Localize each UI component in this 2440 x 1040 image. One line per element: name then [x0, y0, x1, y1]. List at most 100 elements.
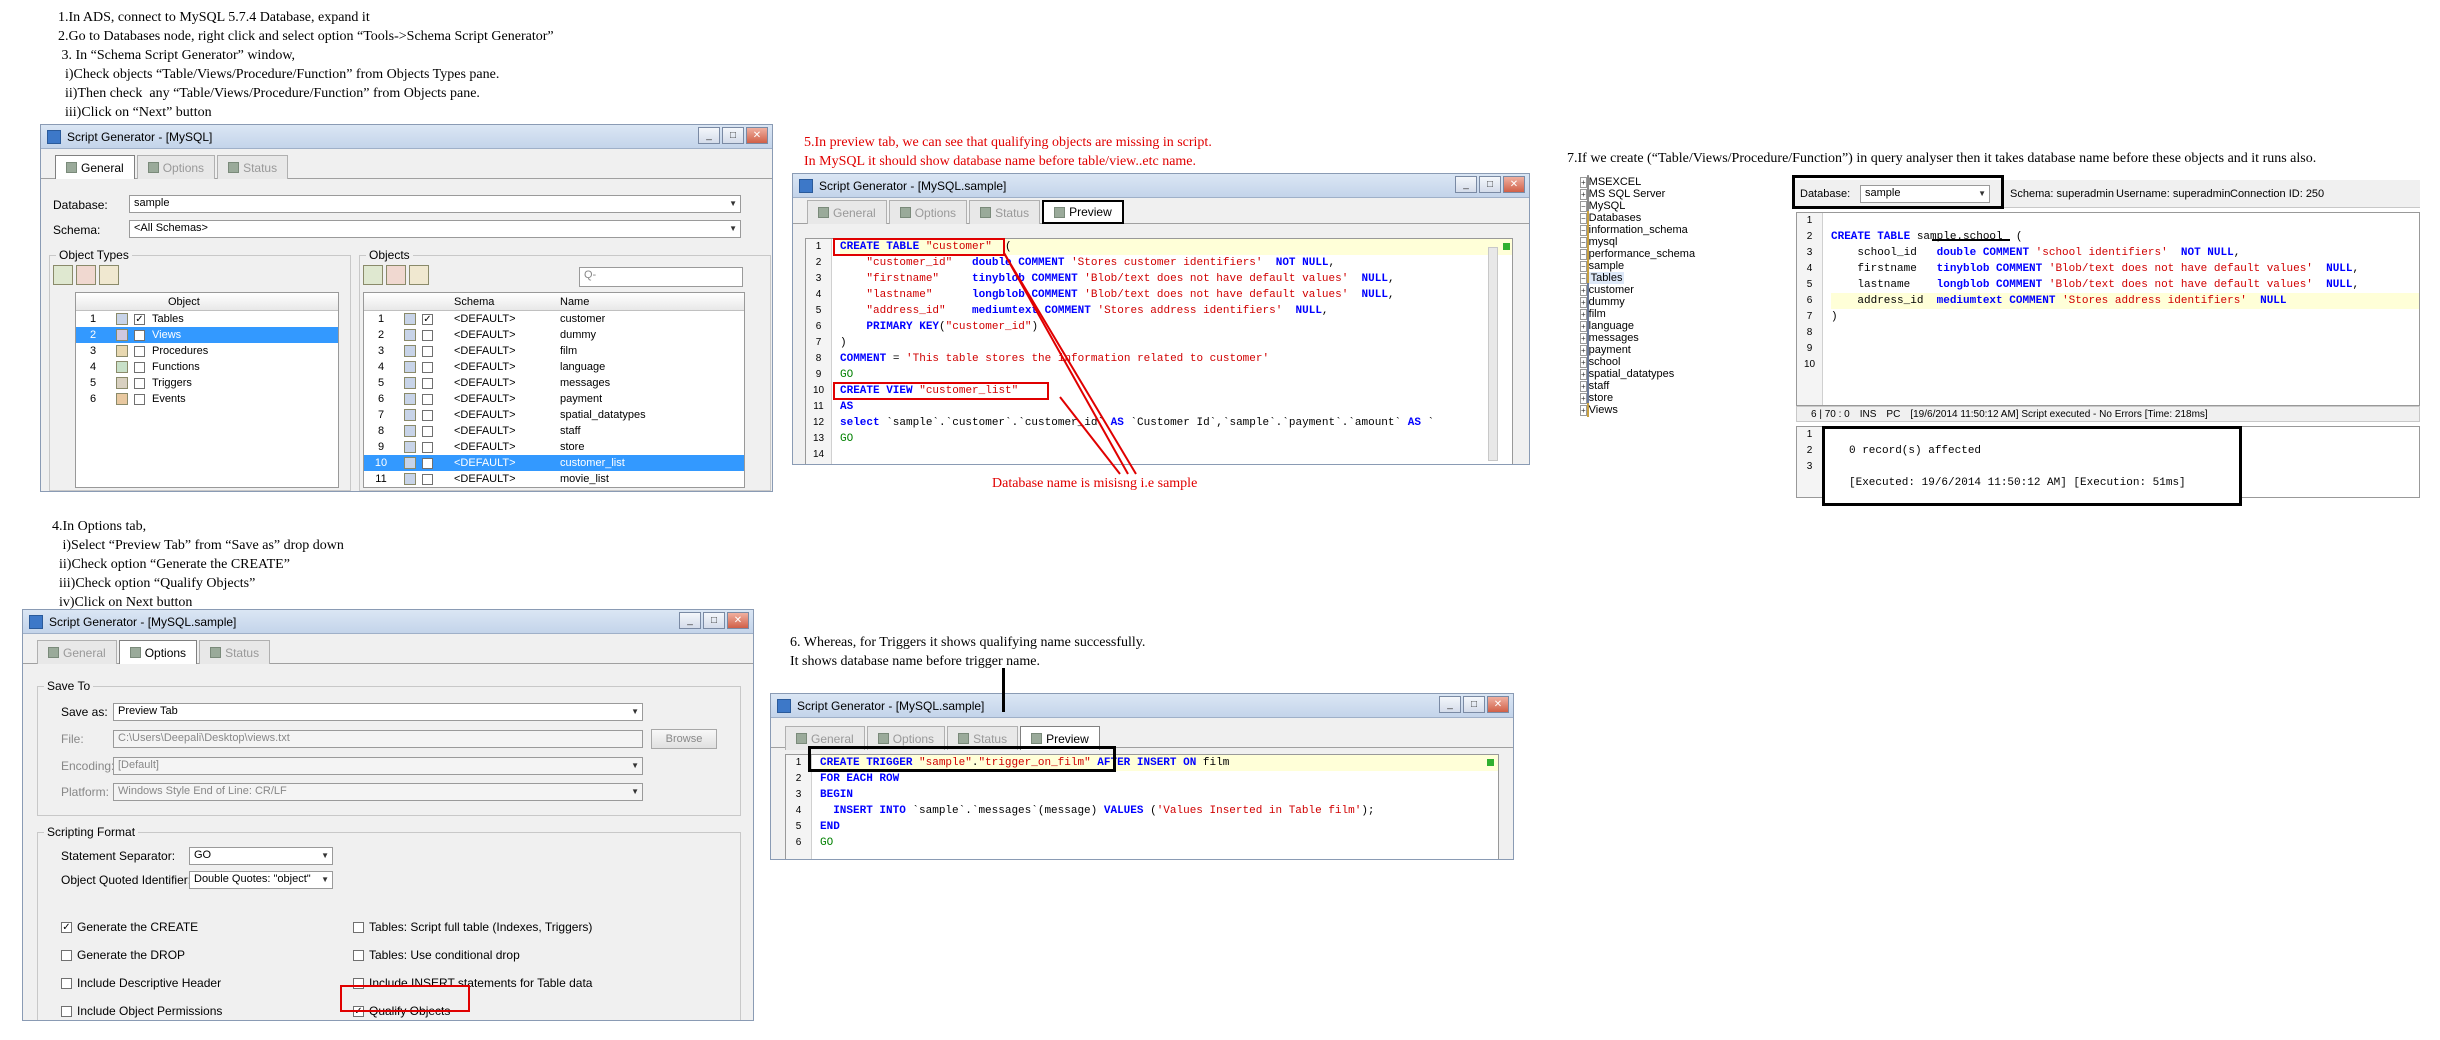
close-button[interactable]: ✕ [746, 127, 768, 144]
object-row[interactable]: 1 ✓ <DEFAULT> customer [364, 311, 744, 327]
object-type-row[interactable]: 4 Functions [76, 359, 338, 375]
option-checkbox[interactable] [61, 1005, 72, 1017]
object-row[interactable]: 4 <DEFAULT> language [364, 359, 744, 375]
tree-node[interactable]: + store [1580, 391, 1790, 405]
object-row[interactable]: 5 <DEFAULT> messages [364, 375, 744, 391]
object-checkbox[interactable] [422, 393, 433, 405]
schema-select[interactable]: <All Schemas> ▼ [129, 220, 741, 238]
platform-select[interactable]: Windows Style End of Line: CR/LF ▼ [113, 783, 643, 801]
tree-node[interactable]: − Databases [1580, 211, 1790, 225]
tree-node[interactable]: − Tables [1580, 271, 1790, 285]
tree-node[interactable]: + customer [1580, 283, 1790, 297]
file-path-input[interactable]: C:\Users\Deepali\Desktop\views.txt [113, 730, 643, 748]
statement-separator-select[interactable]: GO ▼ [189, 847, 333, 865]
tree-node[interactable]: + film [1580, 307, 1790, 321]
object-checkbox[interactable] [422, 473, 433, 485]
option-checkbox[interactable] [353, 921, 364, 933]
tab-status[interactable]: Status [969, 200, 1041, 224]
tree-node[interactable]: + dummy [1580, 295, 1790, 309]
tree-node[interactable]: + payment [1580, 343, 1790, 357]
tree-node[interactable]: + MS SQL Server [1580, 187, 1790, 201]
maximize-button[interactable]: □ [1463, 696, 1485, 713]
expand-toggle-icon[interactable]: + [1580, 309, 1587, 320]
object-type-checkbox[interactable] [134, 361, 145, 373]
browse-button[interactable]: Browse [651, 729, 717, 749]
uncheck-all-icon[interactable] [76, 265, 96, 285]
expand-toggle-icon[interactable]: + [1580, 297, 1587, 308]
object-checkbox[interactable] [422, 441, 433, 453]
expand-toggle-icon[interactable]: + [1580, 345, 1587, 356]
object-checkbox[interactable]: ✓ [422, 457, 433, 469]
expand-toggle-icon[interactable]: − [1580, 201, 1587, 212]
expand-toggle-icon[interactable]: + [1580, 177, 1587, 188]
object-type-row[interactable]: 2 ✓ Views [76, 327, 338, 343]
object-row[interactable]: 9 <DEFAULT> store [364, 439, 744, 455]
save-as-select[interactable]: Preview Tab ▼ [113, 703, 643, 721]
expand-toggle-icon[interactable]: + [1580, 321, 1587, 332]
object-type-row[interactable]: 3 Procedures [76, 343, 338, 359]
option-checkbox-item[interactable]: Tables: Script full table (Indexes, Trig… [353, 920, 592, 934]
object-row[interactable]: 8 <DEFAULT> staff [364, 423, 744, 439]
object-checkbox[interactable] [422, 425, 433, 437]
expand-toggle-icon[interactable]: − [1580, 225, 1587, 236]
tree-node[interactable]: − mysql [1580, 235, 1790, 249]
object-type-checkbox[interactable] [134, 393, 145, 405]
option-checkbox-item[interactable]: Tables: Use conditional drop [353, 948, 520, 962]
invert-check-icon[interactable] [409, 265, 429, 285]
uncheck-all-icon[interactable] [386, 265, 406, 285]
tree-node[interactable]: + messages [1580, 331, 1790, 345]
close-button[interactable]: ✕ [1487, 696, 1509, 713]
expand-toggle-icon[interactable]: + [1580, 369, 1587, 380]
expand-toggle-icon[interactable]: − [1580, 249, 1587, 260]
tree-node[interactable]: + spatial_datatypes [1580, 367, 1790, 381]
expand-toggle-icon[interactable]: − [1580, 261, 1587, 272]
object-type-checkbox[interactable] [134, 377, 145, 389]
option-checkbox-item[interactable]: Generate the DROP [61, 948, 185, 962]
tab-general[interactable]: General [807, 200, 887, 224]
object-type-row[interactable]: 5 Triggers [76, 375, 338, 391]
object-checkbox[interactable] [422, 409, 433, 421]
maximize-button[interactable]: □ [722, 127, 744, 144]
close-button[interactable]: ✕ [1503, 176, 1525, 193]
object-checkbox[interactable] [422, 329, 433, 341]
tree-node[interactable]: + MSEXCEL [1580, 175, 1790, 189]
object-type-checkbox[interactable] [134, 345, 145, 357]
preview-editor[interactable]: 1 2 3 4 5 6 7 8 9 10 11 12 13 14 CREATE TABLE "custom… [805, 238, 1513, 464]
object-checkbox[interactable] [422, 345, 433, 357]
expand-toggle-icon[interactable]: + [1580, 357, 1587, 368]
query-editor[interactable]: 1 2 3 4 5 6 7 8 9 10 CREATE TABLE sample.school (… [1796, 212, 2420, 406]
tree-node[interactable]: + language [1580, 319, 1790, 333]
expand-toggle-icon[interactable]: + [1580, 405, 1587, 416]
object-row[interactable]: 6 <DEFAULT> payment [364, 391, 744, 407]
encoding-select[interactable]: [Default] ▼ [113, 757, 643, 775]
tab-status[interactable]: Status [199, 640, 271, 664]
option-checkbox-item[interactable]: Include Descriptive Header [61, 976, 221, 990]
expand-toggle-icon[interactable]: + [1580, 285, 1587, 296]
tab-options[interactable]: Options [888, 200, 968, 224]
expand-toggle-icon[interactable]: − [1580, 213, 1587, 224]
option-checkbox-item[interactable]: Include Object Permissions [61, 1004, 222, 1018]
expand-toggle-icon[interactable]: + [1580, 189, 1587, 200]
maximize-button[interactable]: □ [1479, 176, 1501, 193]
tree-node[interactable]: + staff [1580, 379, 1790, 393]
quoted-identifier-select[interactable]: Double Quotes: "object" ▼ [189, 871, 333, 889]
option-checkbox[interactable]: ✓ [61, 921, 72, 933]
object-row[interactable]: 10 ✓ <DEFAULT> customer_list [364, 455, 744, 471]
objects-search-input[interactable]: Q- [579, 267, 743, 287]
expand-toggle-icon[interactable]: − [1580, 237, 1587, 248]
minimize-button[interactable]: _ [698, 127, 720, 144]
tree-node[interactable]: − performance_schema [1580, 247, 1790, 261]
minimize-button[interactable]: _ [1455, 176, 1477, 193]
object-type-row[interactable]: 6 Events [76, 391, 338, 407]
tree-node[interactable]: − information_schema [1580, 223, 1790, 237]
option-checkbox[interactable] [353, 949, 364, 961]
tree-node[interactable]: − MySQL [1580, 199, 1790, 213]
tab-options[interactable]: Options [136, 155, 216, 179]
database-select[interactable]: sample ▼ [129, 195, 741, 213]
expand-toggle-icon[interactable]: + [1580, 393, 1587, 404]
expand-toggle-icon[interactable]: + [1580, 381, 1587, 392]
tab-options[interactable]: Options [118, 640, 198, 664]
tree-node[interactable]: + school [1580, 355, 1790, 369]
invert-check-icon[interactable] [99, 265, 119, 285]
tab-general[interactable]: General [55, 155, 135, 179]
